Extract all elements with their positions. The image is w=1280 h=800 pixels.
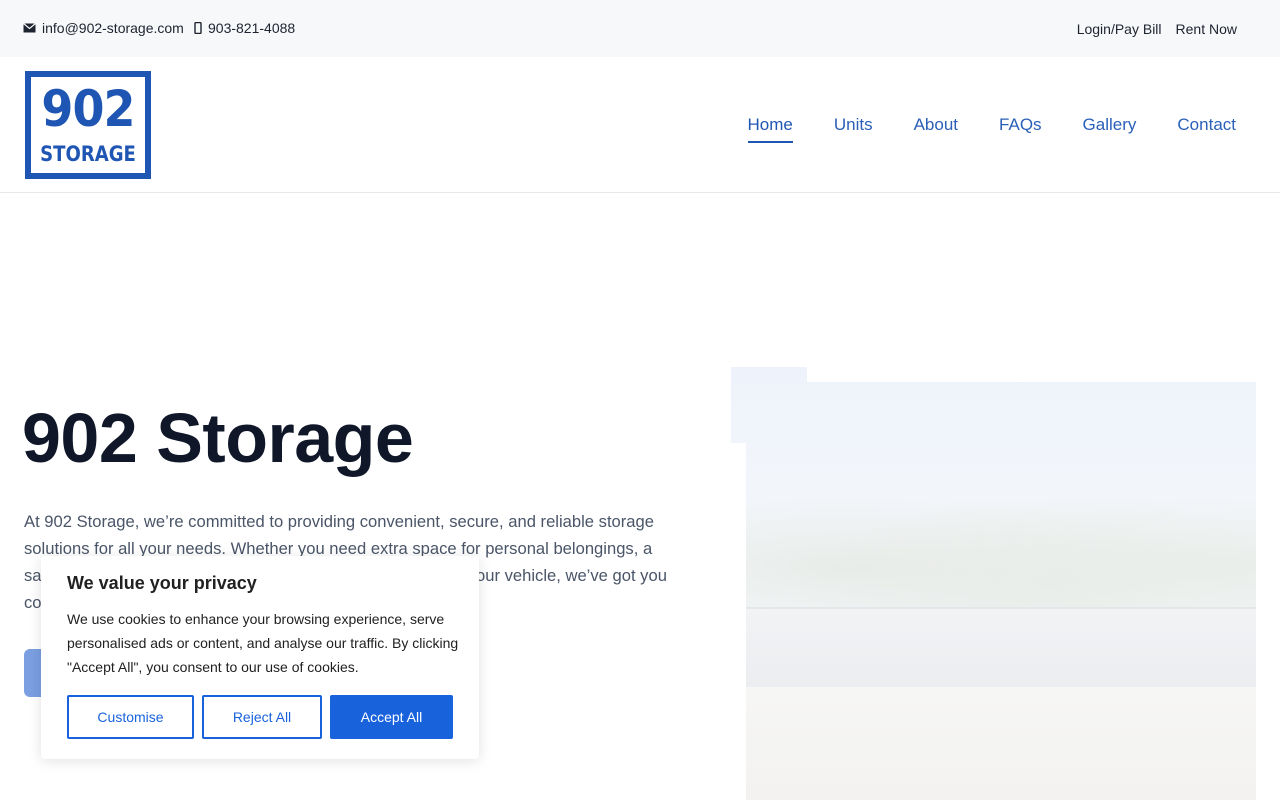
- nav-item-about[interactable]: About: [914, 115, 958, 141]
- login-pay-bill-link[interactable]: Login/Pay Bill: [1077, 21, 1162, 37]
- main-nav: Home Units About FAQs Gallery Contact: [747, 115, 1236, 143]
- image-trees: [746, 477, 1256, 627]
- phone-icon: [194, 22, 202, 34]
- nav-item-gallery[interactable]: Gallery: [1083, 115, 1137, 141]
- image-mask-top: [807, 367, 1256, 382]
- accept-all-button[interactable]: Accept All: [330, 695, 453, 739]
- hero-title: 902 Storage: [22, 399, 414, 477]
- reject-all-button[interactable]: Reject All: [202, 695, 322, 739]
- site-header: 902 STORAGE Home Units About FAQs Galler…: [0, 57, 1280, 193]
- cookie-title: We value your privacy: [67, 573, 257, 593]
- top-links: Login/Pay Bill Rent Now: [1077, 21, 1237, 37]
- nav-item-home[interactable]: Home: [747, 115, 794, 143]
- site-logo[interactable]: 902 STORAGE: [25, 71, 151, 179]
- hero-line-3-left: sa: [24, 566, 42, 585]
- logo-number: 902: [41, 80, 135, 138]
- logo-word: STORAGE: [40, 142, 136, 166]
- image-storage-building: [746, 607, 1256, 687]
- rent-now-link[interactable]: Rent Now: [1176, 21, 1237, 37]
- nav-item-units[interactable]: Units: [834, 115, 873, 141]
- email-text[interactable]: info@902-storage.com: [42, 20, 184, 36]
- phone-contact[interactable]: 903-821-4088: [194, 20, 295, 36]
- cookie-consent-banner: We value your privacy We use cookies to …: [41, 556, 479, 759]
- customise-button[interactable]: Customise: [67, 695, 194, 739]
- email-contact[interactable]: info@902-storage.com: [23, 20, 184, 36]
- cookie-text: We use cookies to enhance your browsing …: [67, 611, 459, 675]
- nav-item-contact[interactable]: Contact: [1177, 115, 1236, 141]
- nav-item-faqs[interactable]: FAQs: [999, 115, 1042, 141]
- phone-text[interactable]: 903-821-4088: [208, 20, 295, 36]
- hero-line-1: At 902 Storage, we’re committed to provi…: [24, 512, 654, 531]
- image-ground: [746, 687, 1256, 800]
- top-bar: info@902-storage.com 903-821-4088 Login/…: [0, 0, 1280, 57]
- hero-line-3-right: our vehicle, we’ve got you: [476, 566, 667, 585]
- envelope-icon: [23, 23, 36, 33]
- image-mask-left: [731, 443, 746, 800]
- hero-image: [731, 367, 1256, 800]
